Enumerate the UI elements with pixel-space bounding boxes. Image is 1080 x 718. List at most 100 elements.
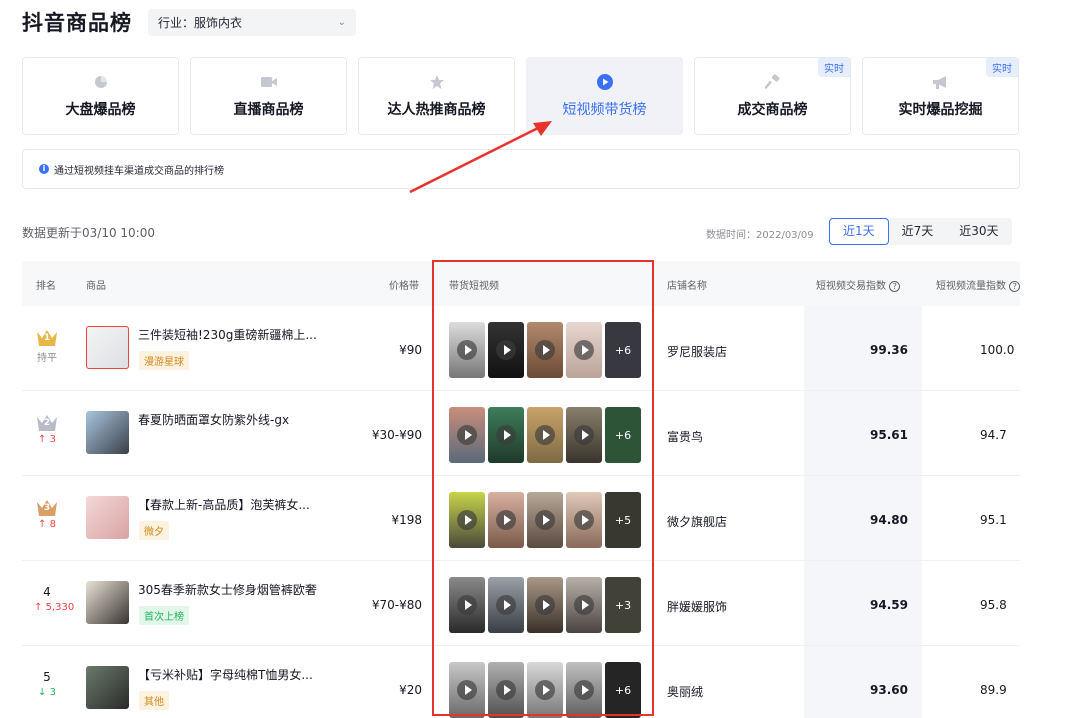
- tab-label: 大盘爆品榜: [65, 102, 136, 118]
- range-30-day[interactable]: 近30天: [946, 218, 1011, 245]
- help-icon[interactable]: ?: [1009, 281, 1020, 292]
- trade-index: 94.80: [870, 513, 908, 527]
- product-image[interactable]: [86, 581, 129, 624]
- video-thumbnail[interactable]: [566, 322, 602, 378]
- product-image[interactable]: [86, 326, 129, 369]
- product-name[interactable]: 305春季新款女士修身烟管裤欧奢: [138, 581, 317, 598]
- flow-index: 94.7: [980, 428, 1007, 442]
- video-thumbnail[interactable]: [449, 577, 485, 633]
- store-name[interactable]: 胖媛媛服饰: [667, 598, 727, 615]
- video-thumbnail-more[interactable]: +6: [605, 407, 641, 463]
- video-thumbnail[interactable]: [488, 662, 524, 718]
- product-tag: 首次上榜: [139, 606, 189, 625]
- play-icon: [496, 340, 516, 360]
- video-thumbnail-more[interactable]: +6: [605, 662, 641, 718]
- video-thumbnail[interactable]: [566, 662, 602, 718]
- header-price[interactable]: 价格带: [389, 277, 419, 292]
- header-trade-index[interactable]: 短视频交易指数 ?: [816, 277, 901, 292]
- video-thumbnail[interactable]: [527, 662, 563, 718]
- video-list: +6: [449, 662, 641, 718]
- header-flow-index[interactable]: 短视频流量指数 ?: [936, 277, 1020, 292]
- range-7-day[interactable]: 近7天: [889, 218, 947, 245]
- trade-index: 94.59: [870, 598, 908, 612]
- more-count: +6: [605, 322, 641, 378]
- table-row[interactable]: 5 ↓ 3 【亏米补贴】字母纯棉T恤男女... 其他 ¥20 +6 奥丽绒 93…: [22, 646, 1020, 718]
- table-row[interactable]: 4 ↑ 5,330 305春季新款女士修身烟管裤欧奢 首次上榜 ¥70-¥80 …: [22, 561, 1020, 646]
- product-name[interactable]: 【亏米补贴】字母纯棉T恤男女...: [138, 666, 313, 683]
- info-icon: i: [39, 164, 49, 174]
- play-icon: [574, 340, 594, 360]
- info-bar: i 通过短视频挂车渠道成交商品的排行榜: [22, 149, 1020, 189]
- tab-realtime-discovery[interactable]: 实时 实时爆品挖掘: [862, 57, 1019, 135]
- play-icon: [535, 340, 555, 360]
- video-thumbnail-more[interactable]: +5: [605, 492, 641, 548]
- video-thumbnail[interactable]: [527, 492, 563, 548]
- tab-label: 短视频带货榜: [562, 102, 647, 118]
- table-row[interactable]: 1 持平 三件装短袖!230g重磅新疆棉上... 漫游星球 ¥90 +6 罗尼服…: [22, 306, 1020, 391]
- table-row[interactable]: 2 ↑ 3 春夏防晒面罩女防紫外线-gx ¥30-¥90 +6 富贵鸟 95.6…: [22, 391, 1020, 476]
- ranking-tabs: 大盘爆品榜 直播商品榜 达人热推商品榜 短视频带货榜 实时 成交商品榜 实时 实…: [22, 57, 1020, 135]
- video-thumbnail[interactable]: [449, 492, 485, 548]
- video-list: +6: [449, 407, 641, 463]
- help-icon[interactable]: ?: [889, 281, 901, 292]
- header-videos: 带货短视频: [449, 281, 499, 292]
- table-header: 排名 商品 价格带 带货短视频 店铺名称 短视频交易指数 ? 短视频流量指数 ?: [22, 261, 1020, 306]
- video-thumbnail-more[interactable]: +3: [605, 577, 641, 633]
- industry-select[interactable]: 行业：服饰内衣 ⌄: [148, 8, 356, 36]
- play-icon: [574, 680, 594, 700]
- video-thumbnail[interactable]: [449, 322, 485, 378]
- rank-cell: 3 ↑ 8: [34, 498, 60, 530]
- store-name[interactable]: 富贵鸟: [667, 428, 703, 445]
- table-row[interactable]: 3 ↑ 8 【春款上新-高品质】泡芙裤女... 微夕 ¥198 +5 微夕旗舰店…: [22, 476, 1020, 561]
- store-name[interactable]: 微夕旗舰店: [667, 513, 727, 530]
- tab-short-video[interactable]: 短视频带货榜: [526, 57, 683, 135]
- product-tag: 其他: [139, 691, 169, 710]
- video-thumbnail[interactable]: [527, 407, 563, 463]
- price: ¥198: [391, 513, 422, 527]
- play-icon: [457, 680, 477, 700]
- info-text: 通过短视频挂车渠道成交商品的排行榜: [54, 165, 224, 177]
- video-thumbnail[interactable]: [566, 407, 602, 463]
- tab-influencer[interactable]: 达人热推商品榜: [358, 57, 515, 135]
- product-image[interactable]: [86, 411, 129, 454]
- store-name[interactable]: 罗尼服装店: [667, 343, 727, 360]
- product-name[interactable]: 【春款上新-高品质】泡芙裤女...: [138, 496, 310, 513]
- data-time-text: 数据时间：2022/03/09: [706, 230, 814, 241]
- product-image[interactable]: [86, 496, 129, 539]
- tab-live[interactable]: 直播商品榜: [190, 57, 347, 135]
- tab-label: 成交商品榜: [737, 102, 808, 118]
- video-thumbnail[interactable]: [488, 322, 524, 378]
- trade-index: 95.61: [870, 428, 908, 442]
- video-play-icon: [596, 73, 614, 91]
- rank-change: ↓ 3: [38, 687, 56, 698]
- play-icon: [535, 510, 555, 530]
- header-product: 商品: [86, 281, 106, 292]
- video-thumbnail[interactable]: [527, 577, 563, 633]
- play-icon: [496, 680, 516, 700]
- rank-cell: 4 ↑ 5,330: [34, 583, 74, 613]
- product-name[interactable]: 三件装短袖!230g重磅新疆棉上...: [138, 326, 317, 343]
- megaphone-icon: [932, 73, 950, 91]
- video-thumbnail[interactable]: [527, 322, 563, 378]
- video-thumbnail[interactable]: [488, 407, 524, 463]
- price: ¥20: [399, 683, 422, 697]
- video-thumbnail-more[interactable]: +6: [605, 322, 641, 378]
- video-thumbnail[interactable]: [566, 577, 602, 633]
- rank-number: 5: [43, 670, 51, 684]
- store-name[interactable]: 奥丽绒: [667, 683, 703, 700]
- video-thumbnail[interactable]: [566, 492, 602, 548]
- video-thumbnail[interactable]: [488, 492, 524, 548]
- tab-deal[interactable]: 实时 成交商品榜: [694, 57, 851, 135]
- play-icon: [457, 510, 477, 530]
- page-title: 抖音商品榜: [22, 11, 132, 35]
- tab-market-hot[interactable]: 大盘爆品榜: [22, 57, 179, 135]
- hammer-icon: [764, 73, 782, 91]
- video-thumbnail[interactable]: [449, 662, 485, 718]
- header-store: 店铺名称: [667, 281, 707, 292]
- more-count: +6: [605, 407, 641, 463]
- video-thumbnail[interactable]: [449, 407, 485, 463]
- product-image[interactable]: [86, 666, 129, 709]
- range-1-day[interactable]: 近1天: [829, 218, 889, 245]
- video-thumbnail[interactable]: [488, 577, 524, 633]
- product-name[interactable]: 春夏防晒面罩女防紫外线-gx: [138, 411, 289, 428]
